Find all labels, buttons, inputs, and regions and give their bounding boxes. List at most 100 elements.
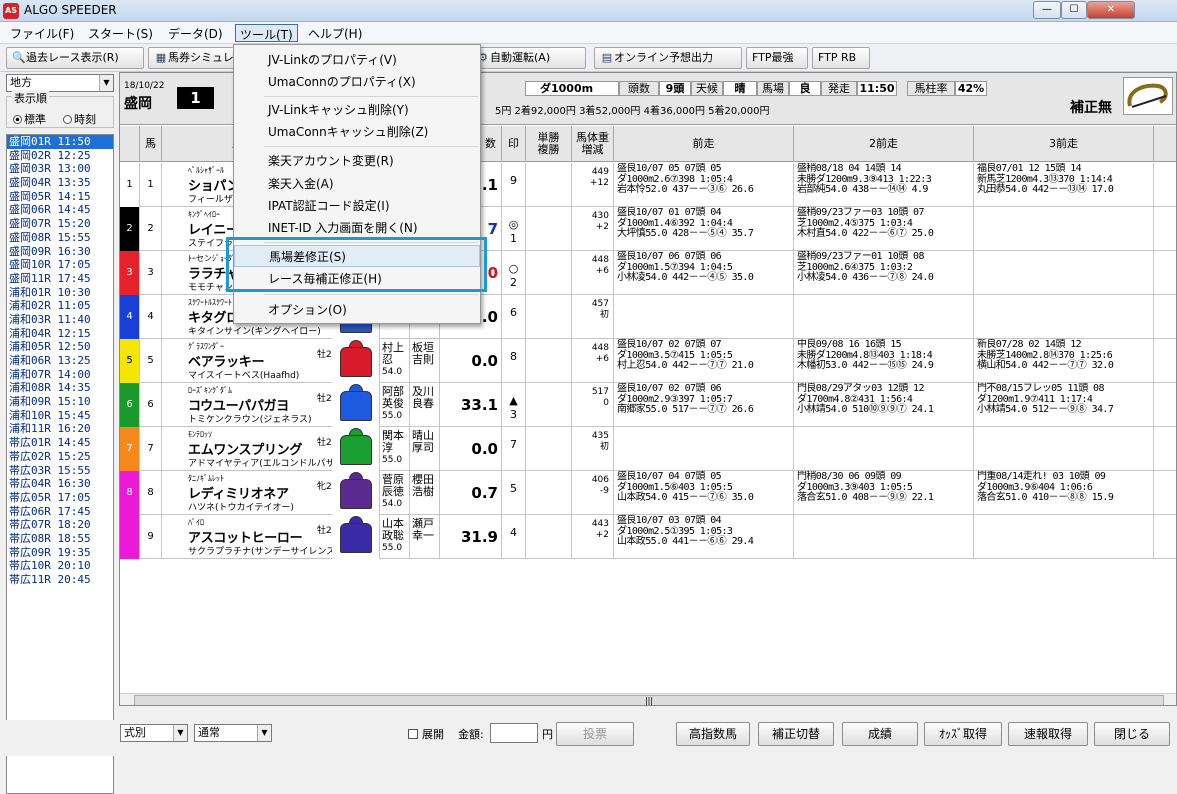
menu-data[interactable]: データ(D): [164, 24, 227, 42]
menu-item-umaconn-cache-delete[interactable]: UmaConnキャッシュ削除(Z): [234, 121, 480, 143]
race-list-item[interactable]: 帯広07R 18:20: [7, 518, 113, 532]
race-list-item[interactable]: 浦和06R 13:25: [7, 354, 113, 368]
ftp-rb-button[interactable]: FTP RB: [812, 47, 870, 69]
race-list-item[interactable]: 盛岡07R 15:20: [7, 217, 113, 231]
table-row[interactable]: 77ﾓﾝﾃﾛｯｿエムワンスプリングアドマイヤティア(エルコンドルパサー)牡2鹿関…: [120, 427, 1176, 471]
past-race-cell[interactable]: [614, 427, 794, 471]
menu-start[interactable]: スタート(S): [84, 24, 157, 42]
past-race-cell[interactable]: [794, 295, 974, 339]
race-list-item[interactable]: 帯広10R 20:10: [7, 559, 113, 573]
race-list-item[interactable]: 帯広06R 17:45: [7, 505, 113, 519]
past-race-cell[interactable]: 盛良10/07 06 07頭 06 ダ1000m1.5⑦394 1:04:5 小林…: [614, 251, 794, 295]
horse-name-cell[interactable]: ﾊﾞｲﾛ アスコットヒーロー サクラプラチナ(サンデーサイレンス): [162, 515, 332, 559]
past-race-cell[interactable]: 盛良10/07 04 07頭 05 ダ1000m1.5⑥403 1:05:5 山本…: [614, 471, 794, 515]
past-race-cell[interactable]: 門重08/14走れ! 03 10頭 09 ダ1000m3.9⑥404 1:06:…: [974, 471, 1154, 515]
minimize-icon[interactable]: —: [1033, 1, 1061, 19]
race-list-item[interactable]: 浦和07R 14:00: [7, 368, 113, 382]
race-list-item[interactable]: 盛岡09R 16:30: [7, 245, 113, 259]
race-list-item[interactable]: 浦和08R 14:35: [7, 381, 113, 395]
table-row[interactable]: 88ﾀﾆﾉｷﾞﾑﾚｯﾄレディミリオネアハツネ(トウカイテイオー)牝2栗菅原 辰徳…: [120, 471, 1176, 515]
table-row[interactable]: 9ﾊﾞｲﾛアスコットヒーローサクラプラチナ(サンデーサイレンス)牡2栗山本 政聡…: [120, 515, 1176, 559]
simulator-button[interactable]: ▦ 馬券シミュレ: [148, 47, 236, 69]
horse-name-cell[interactable]: ﾀﾆﾉｷﾞﾑﾚｯﾄ レディミリオネア ハツネ(トウカイテイオー): [162, 471, 332, 515]
horizontal-scrollbar[interactable]: |||: [120, 693, 1176, 705]
menu-item-rakuten-account[interactable]: 楽天アカウント変更(R): [234, 150, 480, 172]
race-list-item[interactable]: 帯広08R 18:55: [7, 532, 113, 546]
bet-type-select[interactable]: 式別 ▼: [120, 724, 188, 742]
race-list-item[interactable]: 盛岡10R 17:05: [7, 258, 113, 272]
race-list-item[interactable]: 盛岡08R 15:55: [7, 231, 113, 245]
past-race-cell[interactable]: 盛稍09/23ファー01 10頭 08 芝1000m2.6④375 1:03:2…: [794, 251, 974, 295]
maximize-icon[interactable]: ☐: [1061, 1, 1087, 19]
mark-cell[interactable]: 6: [502, 295, 526, 339]
ftp-saikyo-button[interactable]: FTP最強: [746, 47, 808, 69]
race-list-item[interactable]: 盛岡04R 13:35: [7, 176, 113, 190]
mark-cell[interactable]: 4: [502, 515, 526, 559]
race-list-item[interactable]: 帯広04R 16:30: [7, 477, 113, 491]
past-race-cell[interactable]: [974, 515, 1154, 559]
race-list-item[interactable]: 浦和10R 15:45: [7, 409, 113, 423]
past-race-cell[interactable]: [974, 427, 1154, 471]
race-list-item[interactable]: 盛岡11R 17:45: [7, 272, 113, 286]
race-list-item[interactable]: 盛岡01R 11:50: [7, 135, 113, 149]
past-race-cell[interactable]: 盛良10/07 03 07頭 04 ダ1000m2.5①395 1:05:3 山本…: [614, 515, 794, 559]
race-list-item[interactable]: 帯広02R 15:25: [7, 450, 113, 464]
past-race-cell[interactable]: [974, 295, 1154, 339]
past-race-cell[interactable]: 盛良10/07 02 07頭 06 ダ1000m2.9③397 1:05:7 南郷…: [614, 383, 794, 427]
table-row[interactable]: 66ﾛｰｽﾞｷﾝｸﾞﾀﾞﾑコウユーパパガヨトミケンクラウン(ジェネラス)牡2鹿阿…: [120, 383, 1176, 427]
close-button[interactable]: 閉じる: [1094, 722, 1170, 746]
menu-file[interactable]: ファイル(F): [6, 24, 78, 42]
mark-cell[interactable]: 7: [502, 427, 526, 471]
menu-item-jvlink-cache-delete[interactable]: JV-Linkキャッシュ削除(Y): [234, 99, 480, 121]
race-list-item[interactable]: 帯広05R 17:05: [7, 491, 113, 505]
menu-item-rakuten-deposit[interactable]: 楽天入金(A): [234, 173, 480, 195]
menu-item-options[interactable]: オプション(O): [234, 299, 480, 321]
amount-input[interactable]: [490, 723, 538, 743]
past-race-cell[interactable]: 中良09/08 16 16頭 15 未勝ダ1200m4.8⑬403 1:18:4 木…: [794, 339, 974, 383]
mark-cell[interactable]: 9: [502, 163, 526, 207]
past-race-cell[interactable]: 新良07/28 02 14頭 12 未勝芝1400m2.8⑭370 1:25:6 横…: [974, 339, 1154, 383]
race-list-item[interactable]: 浦和01R 10:30: [7, 286, 113, 300]
past-race-cell[interactable]: 門稍08/30 06 09頭 09 ダ1000m3.3⑨403 1:05:5 落合…: [794, 471, 974, 515]
menu-help[interactable]: ヘルプ(H): [304, 24, 366, 42]
past-race-cell[interactable]: 門良08/29アタッ03 12頭 12 ダ1700m4.8②431 1:56:4…: [794, 383, 974, 427]
race-list-item[interactable]: 浦和11R 16:20: [7, 422, 113, 436]
horse-name-cell[interactable]: ﾛｰｽﾞｷﾝｸﾞﾀﾞﾑ コウユーパパガヨ トミケンクラウン(ジェネラス): [162, 383, 332, 427]
past-race-cell[interactable]: [794, 515, 974, 559]
menu-item-baba-sa[interactable]: 馬場差修正(S): [234, 245, 480, 267]
race-list-item[interactable]: 浦和05R 12:50: [7, 340, 113, 354]
menu-item-ipat-code[interactable]: IPAT認証コード設定(I): [234, 195, 480, 217]
online-forecast-button[interactable]: ▤ オンライン予想出力: [594, 47, 742, 69]
odds-fetch-button[interactable]: ｵｯｽﾞ取得: [924, 722, 1002, 746]
past-race-cell[interactable]: 門不08/15フレッ05 11頭 08 ダ1200m1.9⑦411 1:17:4…: [974, 383, 1154, 427]
horse-name-cell[interactable]: ｸﾞﾗｽﾜﾝﾀﾞｰ ベアラッキー マイスイートベス(Haafhd): [162, 339, 332, 383]
past-race-cell[interactable]: 盛稍09/23ファー03 10頭 07 芝1000m2.4⑤375 1:03:4…: [794, 207, 974, 251]
race-list-item[interactable]: 浦和09R 15:10: [7, 395, 113, 409]
past-race-button[interactable]: 🔍過去レース表示(R): [6, 47, 144, 69]
race-list-item[interactable]: 浦和03R 11:40: [7, 313, 113, 327]
table-row[interactable]: 55ｸﾞﾗｽﾜﾝﾀﾞｰベアラッキーマイスイートベス(Haafhd)牡2栗村上 忍…: [120, 339, 1176, 383]
hosei-toggle-button[interactable]: 補正切替: [758, 722, 834, 746]
past-race-cell[interactable]: 盛良10/07 01 07頭 04 ダ1000m1.4⑥392 1:04:4 大坪…: [614, 207, 794, 251]
auto-run-button[interactable]: ⚙ 自動運転(A): [470, 47, 586, 69]
flash-fetch-button[interactable]: 速報取得: [1008, 722, 1088, 746]
menu-item-race-hosei[interactable]: レース毎補正修正(H): [234, 268, 480, 290]
race-list-item[interactable]: 盛岡06R 14:45: [7, 203, 113, 217]
close-icon[interactable]: ✕: [1087, 1, 1135, 19]
race-list-item[interactable]: 浦和02R 11:05: [7, 299, 113, 313]
race-list-item[interactable]: 帯広09R 19:35: [7, 546, 113, 560]
past-race-cell[interactable]: 福良07/01 12 15頭 14 新馬芝1200m4.3⑬370 1:14:4 丸…: [974, 163, 1154, 207]
mark-cell[interactable]: 8: [502, 339, 526, 383]
menu-tools[interactable]: ツール(T): [235, 24, 298, 42]
menu-item-jvlink-properties[interactable]: JV-Linkのプロパティ(V): [234, 49, 480, 71]
scroll-thumb[interactable]: |||: [134, 695, 1164, 705]
race-list-item[interactable]: 盛岡03R 13:00: [7, 162, 113, 176]
mode-select[interactable]: 通常 ▼: [194, 724, 272, 742]
menu-item-umaconn-properties[interactable]: UmaConnのプロパティ(X): [234, 71, 480, 93]
mark-cell[interactable]: ▲ 3: [502, 383, 526, 427]
mark-cell[interactable]: 5: [502, 471, 526, 515]
race-list-item[interactable]: 浦和04R 12:15: [7, 327, 113, 341]
race-list-item[interactable]: 帯広01R 14:45: [7, 436, 113, 450]
mark-cell[interactable]: ◎ 1: [502, 207, 526, 251]
menu-item-inet-id[interactable]: INET-ID 入力画面を開く(N): [234, 217, 480, 239]
